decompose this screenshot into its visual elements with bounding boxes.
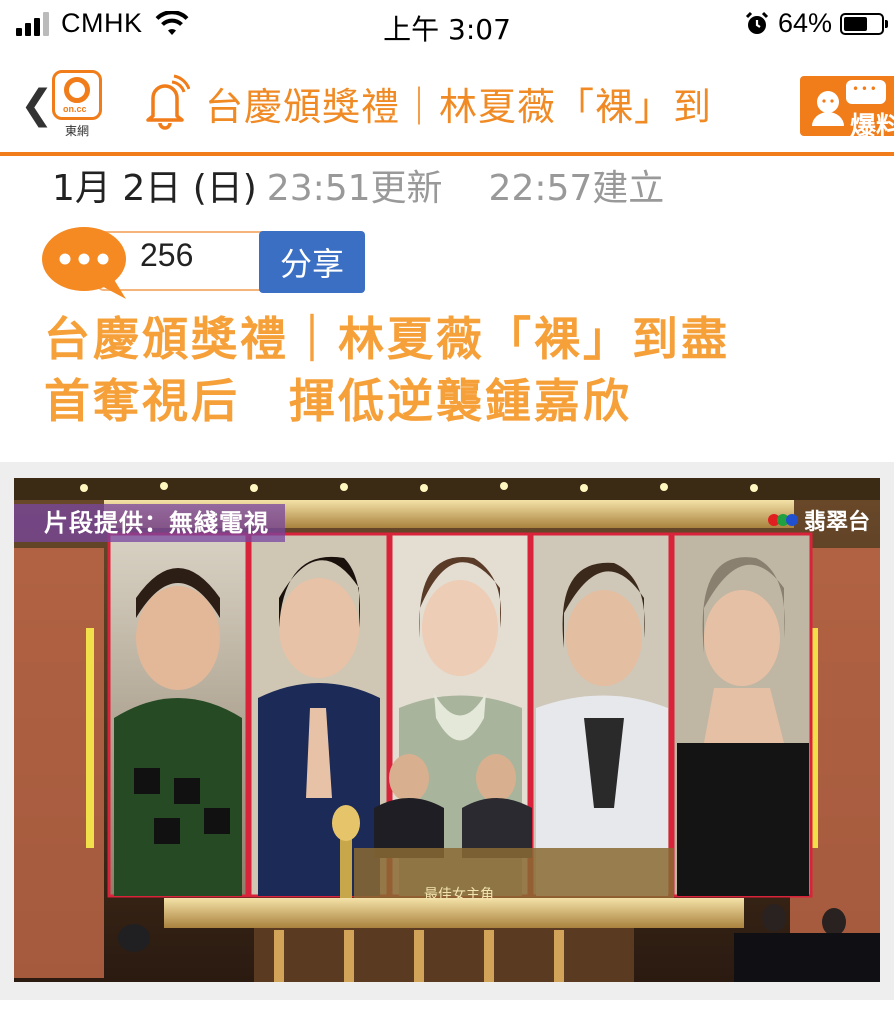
comment-button[interactable]: 256 (40, 225, 286, 299)
tvb-jade-logo: 翡翠台 (766, 504, 870, 536)
battery-icon (840, 12, 888, 35)
back-button[interactable]: ❮ (20, 82, 54, 128)
channel-name: 翡翠台 (803, 510, 870, 535)
report-news-button[interactable]: 爆料 (800, 76, 894, 136)
updated-time: 23:51更新 (266, 168, 443, 209)
award-stage-image (14, 478, 880, 982)
headline-line-1: 台慶頒獎禮｜林夏薇「裸」到盡 (44, 312, 730, 366)
nav-title: 台慶頒獎禮｜林夏薇「裸」到 (205, 85, 713, 129)
comment-count: 256 (140, 237, 194, 273)
logo-caption: 東網 (64, 124, 89, 138)
status-bar: CMHK 上午 3:07 64% (0, 0, 894, 52)
article-date: 1月 2日 (日) (52, 168, 257, 209)
alarm-icon (745, 11, 769, 34)
award-caption: 最佳女主角 (424, 887, 494, 903)
article-photo[interactable]: 片段提供：無綫電視 翡翠台 最佳女主角 (14, 478, 880, 982)
headline-line-2: 首奪視后 揮低逆襲鍾嘉欣 (44, 374, 632, 428)
oncc-logo[interactable]: on.cc 東網 (52, 70, 102, 144)
nav-divider (0, 152, 894, 156)
nav-bar: ❮ on.cc 東網 台慶頒獎禮｜林夏薇「裸」到 爆料 (0, 62, 894, 154)
article-meta: 1月 2日 (日) 23:51更新 22:57建立 (52, 160, 664, 210)
comment-bubble-icon (42, 227, 126, 299)
reporter-face-icon (812, 91, 844, 126)
photo-credit-label: 片段提供：無綫電視 (14, 504, 285, 542)
oncc-logo-icon: on.cc (52, 70, 102, 120)
share-button[interactable]: 分享 (259, 231, 365, 293)
article-headline: 台慶頒獎禮｜林夏薇「裸」到盡 首奪視后 揮低逆襲鍾嘉欣 (44, 308, 874, 432)
created-time: 22:57建立 (488, 168, 665, 209)
battery-percent: 64% (777, 8, 832, 38)
tvb-logo-icon (767, 514, 798, 526)
logo-text: on.cc (63, 104, 87, 114)
speech-bubble-icon (846, 80, 886, 104)
report-label: 爆料 (850, 112, 894, 136)
bell-icon[interactable] (140, 74, 190, 130)
